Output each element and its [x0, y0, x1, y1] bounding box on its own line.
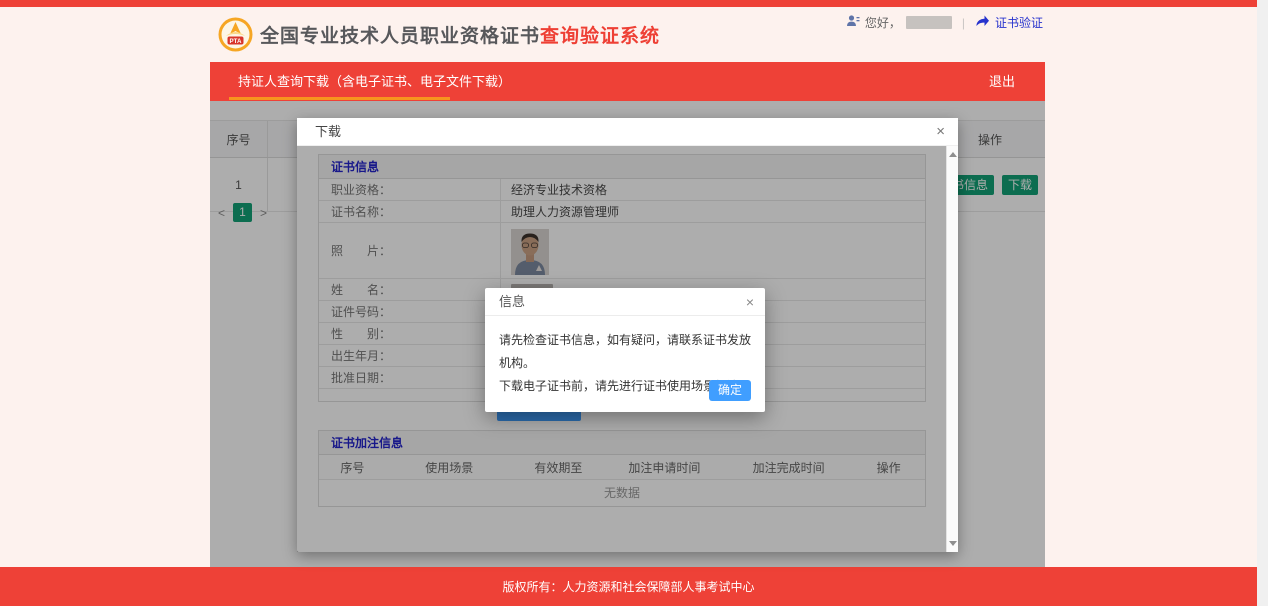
user-icon	[846, 14, 860, 31]
info-dialog: 信息 × 请先检查证书信息，如有疑问，请联系证书发放机构。 下载电子证书前，请先…	[485, 288, 765, 412]
download-modal-title: 下载	[315, 124, 341, 139]
page-title: 全国专业技术人员职业资格证书查询验证系统	[260, 21, 660, 48]
close-icon[interactable]: ×	[746, 288, 754, 316]
info-dialog-header: 信息 ×	[485, 288, 765, 316]
greeting-text: 您好，	[865, 14, 901, 31]
page-title-main: 全国专业技术人员职业资格证书	[260, 26, 540, 47]
user-area: 您好， | 证书验证	[846, 14, 1043, 31]
info-message-line-1: 请先检查证书信息，如有疑问，请联系证书发放机构。	[499, 329, 751, 375]
browser-scrollbar[interactable]	[1257, 0, 1268, 606]
cert-verify-link[interactable]: 证书验证	[995, 14, 1043, 31]
redacted-username	[906, 16, 952, 29]
logout-button[interactable]: 退出	[989, 62, 1015, 101]
close-icon[interactable]: ×	[936, 118, 945, 145]
share-arrow-icon	[975, 14, 990, 31]
tab-holder-query-download[interactable]: 持证人查询下载（含电子证书、电子文件下载）	[210, 62, 539, 101]
brand: PTA 全国专业技术人员职业资格证书查询验证系统	[218, 17, 660, 52]
copyright-text: 版权所有：人力资源和社会保障部人事考试中心	[502, 580, 754, 594]
top-accent-bar	[0, 0, 1257, 7]
ok-button[interactable]: 确定	[709, 380, 751, 401]
page-title-accent: 查询验证系统	[540, 26, 660, 47]
nav-tab-label: 持证人查询下载（含电子证书、电子文件下载）	[238, 74, 511, 89]
logo-text: PTA	[230, 38, 242, 45]
modal-scrollbar[interactable]	[946, 146, 958, 552]
active-tab-underline	[229, 97, 450, 100]
navbar: 持证人查询下载（含电子证书、电子文件下载） 退出	[210, 62, 1045, 101]
download-modal-header: 下载 ×	[297, 118, 958, 146]
pta-logo: PTA	[218, 17, 253, 52]
scroll-down-icon[interactable]	[949, 541, 957, 546]
scroll-up-icon[interactable]	[949, 152, 957, 157]
footer: 版权所有：人力资源和社会保障部人事考试中心	[0, 567, 1257, 606]
divider: |	[962, 16, 965, 30]
info-dialog-title: 信息	[499, 294, 525, 309]
